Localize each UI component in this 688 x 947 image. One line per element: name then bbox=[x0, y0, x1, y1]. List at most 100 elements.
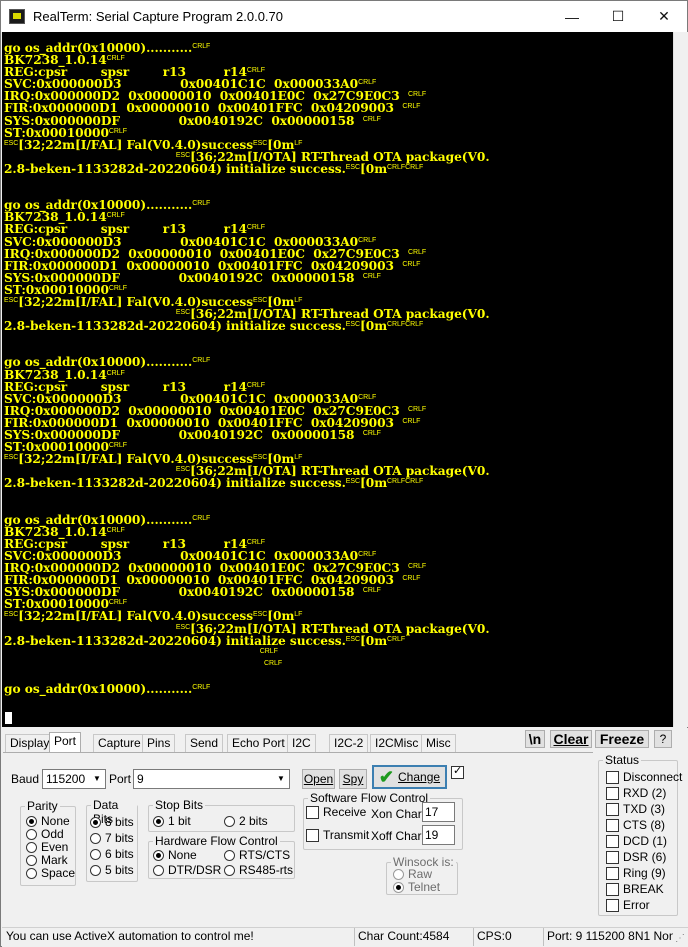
control-char-marker: CRLF bbox=[408, 91, 427, 99]
resize-grip-icon[interactable]: ⋰ bbox=[675, 933, 685, 944]
control-char-marker: ESC bbox=[253, 611, 268, 619]
tab-display[interactable]: Display bbox=[5, 734, 55, 752]
parity-even-radio[interactable]: Even bbox=[26, 840, 68, 854]
winsock-raw-radio[interactable]: Raw bbox=[393, 867, 432, 881]
terminal-line: 2.8-beken-1133282d-20220604) initialize … bbox=[4, 163, 490, 175]
databits-6-radio[interactable]: 6 bits bbox=[90, 847, 134, 861]
checkmark-icon: ✔ bbox=[378, 766, 395, 787]
help-button[interactable]: ? bbox=[654, 730, 672, 748]
databits-5-radio[interactable]: 5 bits bbox=[90, 863, 134, 877]
control-char-marker: CRLF bbox=[246, 381, 265, 389]
terminal-line: 2.8-beken-1133282d-20220604) initialize … bbox=[4, 477, 490, 489]
close-button[interactable]: ✕ bbox=[641, 1, 687, 32]
hwflow-dtrdsr-label: DTR/DSR bbox=[168, 863, 222, 877]
hwflow-rs485-radio[interactable]: RS485-rts bbox=[224, 863, 293, 877]
control-char-marker: CRLF bbox=[362, 115, 381, 123]
terminal-text: 2.8-beken-1133282d-20220604) initialize … bbox=[4, 476, 346, 491]
control-char-marker: CRLF bbox=[259, 647, 278, 655]
freeze-button[interactable]: Freeze bbox=[595, 730, 649, 748]
spy-button[interactable]: Spy bbox=[339, 769, 367, 789]
winsock-raw-label: Raw bbox=[408, 867, 433, 881]
change-checkbox[interactable]: ✓ bbox=[451, 765, 468, 779]
control-char-marker: CRLF bbox=[387, 635, 406, 643]
terminal-text: [0m bbox=[360, 633, 388, 648]
tab-port[interactable]: Port bbox=[49, 732, 82, 753]
control-char-marker: CRLFCRLF bbox=[387, 478, 424, 486]
xon-input[interactable]: 17 bbox=[422, 802, 455, 822]
control-char-marker: ESC bbox=[175, 466, 191, 474]
xon-label: Xon Char: bbox=[371, 807, 426, 821]
tab-send[interactable]: Send bbox=[185, 734, 224, 752]
terminal-line: CRLF bbox=[4, 659, 490, 671]
control-char-marker: ESC bbox=[253, 454, 268, 462]
change-button[interactable]: ✔ Change bbox=[372, 765, 447, 789]
control-char-marker: CRLF bbox=[246, 67, 265, 75]
control-char-marker: ESC bbox=[175, 151, 191, 159]
tab-i2c-2[interactable]: I2C-2 bbox=[329, 734, 369, 752]
port-select[interactable]: 9 ▼ bbox=[133, 769, 290, 789]
parity-mark-label: Mark bbox=[41, 853, 68, 867]
status-title: Status bbox=[603, 753, 642, 767]
statusbar-cps: CPS:0 bbox=[473, 928, 541, 946]
hwflow-dtrdsr-radio[interactable]: DTR/DSR bbox=[153, 863, 221, 877]
stopbits-2-radio[interactable]: 2 bits bbox=[224, 814, 268, 828]
control-char-marker: CRLF bbox=[246, 224, 265, 232]
maximize-button[interactable]: ☐ bbox=[595, 1, 641, 32]
port-value: 9 bbox=[137, 772, 144, 786]
control-char-marker: ESC bbox=[4, 611, 19, 619]
control-char-marker: ESC bbox=[4, 139, 19, 147]
chevron-down-icon[interactable]: ▼ bbox=[89, 770, 105, 788]
parity-mark-radio[interactable]: Mark bbox=[26, 853, 68, 867]
parity-space-radio[interactable]: Space bbox=[26, 866, 75, 880]
parity-odd-radio[interactable]: Odd bbox=[26, 827, 64, 841]
control-char-marker: CRLF bbox=[192, 43, 211, 50]
parity-none-radio[interactable]: None bbox=[26, 814, 70, 828]
open-button[interactable]: Open bbox=[302, 769, 335, 789]
tab-echo-port[interactable]: Echo Port bbox=[227, 734, 290, 752]
terminal-text: [0m bbox=[360, 476, 388, 491]
control-char-marker: ESC bbox=[253, 296, 268, 304]
control-char-marker: CRLF bbox=[192, 357, 211, 365]
control-char-marker: CRLF bbox=[246, 538, 265, 546]
realterm-app-icon bbox=[9, 9, 25, 24]
terminal-line: go os_addr(0x10000)...........CRLF bbox=[4, 683, 490, 695]
chevron-down-icon[interactable]: ▼ bbox=[273, 770, 289, 788]
xoff-label: Xoff Char: bbox=[371, 829, 425, 843]
statusbar-port-info: Port: 9 115200 8N1 Non bbox=[543, 928, 673, 946]
minimize-icon: — bbox=[565, 8, 579, 25]
terminal-text: [0m bbox=[360, 161, 388, 176]
parity-space-label: Space bbox=[41, 866, 76, 880]
terminal-display[interactable]: go os_addr(0x10000)...........CRLF BK7238… bbox=[2, 32, 673, 727]
baud-select[interactable]: 115200 ▼ bbox=[42, 769, 106, 789]
maximize-icon: ☐ bbox=[611, 8, 625, 24]
status-rxd-label: RXD (2) bbox=[623, 786, 667, 800]
transmit-checkbox[interactable]: Transmit bbox=[306, 828, 369, 842]
status-txd-label: TXD (3) bbox=[623, 802, 665, 816]
xoff-input[interactable]: 19 bbox=[422, 825, 455, 845]
tab-capture[interactable]: Capture bbox=[93, 734, 146, 752]
databits-8-radio[interactable]: 8 bits bbox=[90, 815, 134, 829]
tab-i2cmisc[interactable]: I2CMisc bbox=[370, 734, 424, 752]
stopbits-1-radio[interactable]: 1 bit bbox=[153, 814, 191, 828]
hwflow-rtscts-radio[interactable]: RTS/CTS bbox=[224, 848, 290, 862]
newline-button[interactable]: \n bbox=[525, 730, 545, 748]
control-char-marker: CRLF bbox=[402, 260, 421, 268]
swflow-title: Software Flow Control bbox=[308, 791, 431, 805]
databits-7-radio[interactable]: 7 bits bbox=[90, 831, 134, 845]
control-char-marker: CRLF bbox=[108, 599, 127, 607]
title-bar[interactable]: RealTerm: Serial Capture Program 2.0.0.7… bbox=[1, 1, 687, 32]
status-rxd: RXD (2) bbox=[606, 786, 666, 800]
receive-checkbox[interactable]: Receive bbox=[306, 805, 366, 819]
terminal-lines: go os_addr(0x10000)...........CRLF BK7238… bbox=[4, 42, 490, 695]
window-title: RealTerm: Serial Capture Program 2.0.0.7… bbox=[33, 9, 284, 24]
status-disconnect[interactable]: Disconnect bbox=[606, 770, 682, 784]
minimize-button[interactable]: — bbox=[549, 1, 595, 32]
hwflow-none-radio[interactable]: None bbox=[153, 848, 197, 862]
terminal-scrollbar[interactable] bbox=[673, 32, 688, 727]
tab-misc[interactable]: Misc bbox=[421, 734, 456, 752]
clear-button[interactable]: Clear bbox=[550, 730, 592, 748]
winsock-telnet-radio[interactable]: Telnet bbox=[393, 880, 440, 894]
tab-pins[interactable]: Pins bbox=[142, 734, 176, 752]
tab-i2c[interactable]: I2C bbox=[287, 734, 316, 752]
